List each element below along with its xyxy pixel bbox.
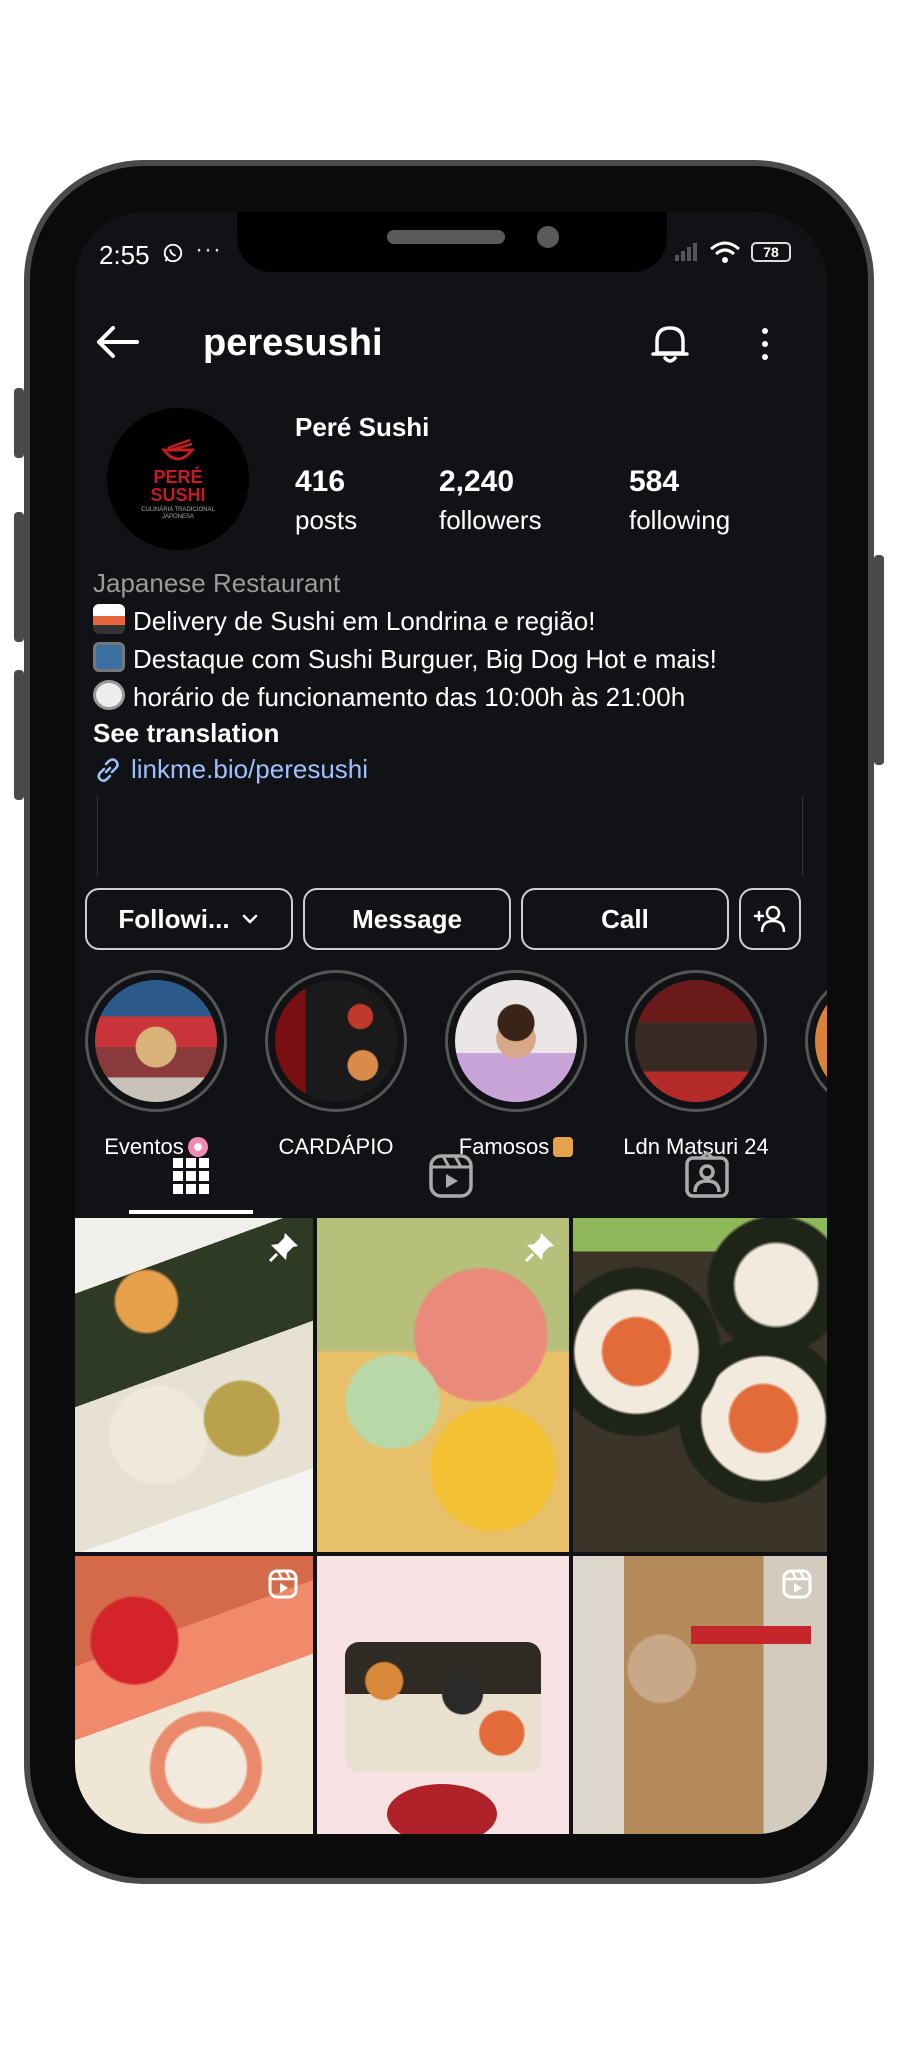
highlight-ldn-matsuri[interactable]: Ldn Matsuri 24	[622, 970, 770, 1160]
stat-value: 2,240	[439, 465, 515, 498]
content-tabs	[75, 1142, 827, 1214]
suggest-people-button[interactable]	[739, 888, 801, 950]
highlight-partial[interactable]	[802, 970, 827, 1112]
back-arrow-icon[interactable]	[93, 322, 141, 362]
highlight-eventos[interactable]: Eventos	[82, 970, 230, 1160]
post-grid	[75, 1218, 827, 1834]
highlight-cardapio[interactable]: CARDÁPIO	[262, 970, 410, 1160]
grid-icon[interactable]	[165, 1150, 217, 1202]
following-label: Followi...	[118, 903, 230, 934]
display-name: Peré Sushi	[295, 412, 430, 442]
add-person-icon	[753, 905, 786, 933]
sushi-emoji-icon	[93, 604, 125, 634]
message-button[interactable]: Message	[303, 888, 511, 950]
status-time: 2:55	[99, 240, 150, 270]
highlight-ring	[445, 970, 587, 1112]
bio-line: horário de funcionamento das 10:00h às 2…	[93, 680, 685, 713]
tv-emoji-icon	[93, 642, 125, 672]
status-more-icon: ···	[195, 236, 222, 263]
more-options-icon[interactable]	[755, 326, 775, 362]
stat-label: followers	[439, 505, 542, 535]
following-button[interactable]: Followi...	[85, 888, 293, 950]
highlight-ring	[85, 970, 227, 1112]
message-label: Message	[352, 903, 462, 934]
signal-icon	[675, 243, 697, 261]
highlight-ring	[625, 970, 767, 1112]
stat-following[interactable]: 584 following	[629, 464, 730, 540]
highlight-cover	[455, 980, 577, 1102]
pin-icon	[524, 1233, 554, 1263]
bio-text: Destaque com Sushi Burguer, Big Dog Hot …	[133, 644, 717, 674]
bio-line: Delivery de Sushi em Londrina e região!	[93, 604, 595, 637]
bio-line: Destaque com Sushi Burguer, Big Dog Hot …	[93, 642, 717, 675]
highlight-cover	[95, 980, 217, 1102]
highlight-cover	[275, 980, 397, 1102]
stat-label: following	[629, 505, 731, 535]
chevron-down-icon	[242, 914, 257, 924]
reel-icon	[782, 1569, 812, 1599]
post-thumbnail[interactable]	[573, 1218, 827, 1552]
link-icon	[97, 757, 119, 782]
stat-posts[interactable]: 416 posts	[295, 464, 357, 540]
highlight-ring	[805, 970, 827, 1112]
profile-link-text: linkme.bio/peresushi	[131, 754, 369, 784]
app-screen: 2:55 ··· 78 peresushi PERÉ SUSHI CULINÁR…	[75, 212, 827, 1834]
stat-value: 416	[295, 465, 346, 498]
active-tab-indicator	[129, 1210, 253, 1214]
call-label: Call	[601, 903, 649, 934]
pin-icon	[268, 1233, 298, 1263]
post-thumbnail[interactable]	[317, 1218, 569, 1552]
post-thumbnail[interactable]	[573, 1556, 827, 1834]
stopwatch-emoji-icon	[93, 680, 125, 710]
logo-tagline: CULINÁRIA TRADICIONAL JAPONESA	[141, 506, 215, 520]
post-thumbnail[interactable]	[75, 1556, 313, 1834]
logo-bowl-icon	[160, 438, 196, 460]
avatar[interactable]: PERÉ SUSHI CULINÁRIA TRADICIONAL JAPONES…	[107, 408, 249, 550]
post-thumbnail-torii	[691, 1626, 811, 1644]
post-thumbnail-badge	[387, 1784, 497, 1834]
speaker	[387, 230, 505, 244]
logo-text-1: PERÉ	[153, 466, 203, 487]
front-camera	[537, 226, 559, 248]
profile-link[interactable]: linkme.bio/peresushi	[93, 754, 368, 785]
battery-indicator: 78	[751, 242, 791, 262]
stat-label: posts	[295, 505, 358, 535]
status-icons: 78	[673, 240, 791, 264]
notch	[237, 212, 667, 272]
highlight-famosos[interactable]: Famosos	[442, 970, 590, 1160]
profile-handle: peresushi	[203, 322, 383, 364]
reels-icon[interactable]	[425, 1150, 477, 1202]
highlight-ring	[265, 970, 407, 1112]
phone-side-button	[14, 388, 24, 458]
whatsapp-icon	[163, 243, 183, 263]
highlight-cover	[635, 980, 757, 1102]
post-thumbnail[interactable]	[75, 1218, 313, 1552]
post-thumbnail[interactable]	[317, 1556, 569, 1834]
phone-volume-down	[14, 670, 24, 800]
post-thumbnail-box	[345, 1642, 541, 1772]
top-bar: peresushi	[75, 308, 827, 378]
wifi-icon	[710, 241, 740, 263]
highlight-cover	[815, 980, 827, 1102]
bio-embed-area	[97, 796, 803, 876]
see-translation-link[interactable]: See translation	[93, 718, 279, 749]
stat-value: 584	[629, 465, 680, 498]
reel-icon	[268, 1569, 298, 1599]
bio-text: Delivery de Sushi em Londrina e região!	[133, 606, 596, 636]
call-button[interactable]: Call	[521, 888, 729, 950]
phone-power-button	[874, 555, 884, 765]
bio-text: horário de funcionamento das 10:00h às 2…	[133, 682, 686, 712]
stat-followers[interactable]: 2,240 followers	[439, 464, 542, 540]
tagged-icon[interactable]	[681, 1150, 733, 1202]
profile-category: Japanese Restaurant	[93, 568, 341, 598]
phone-volume-up	[14, 512, 24, 642]
logo-text-2: SUSHI	[150, 484, 206, 505]
bell-icon[interactable]	[647, 320, 693, 366]
